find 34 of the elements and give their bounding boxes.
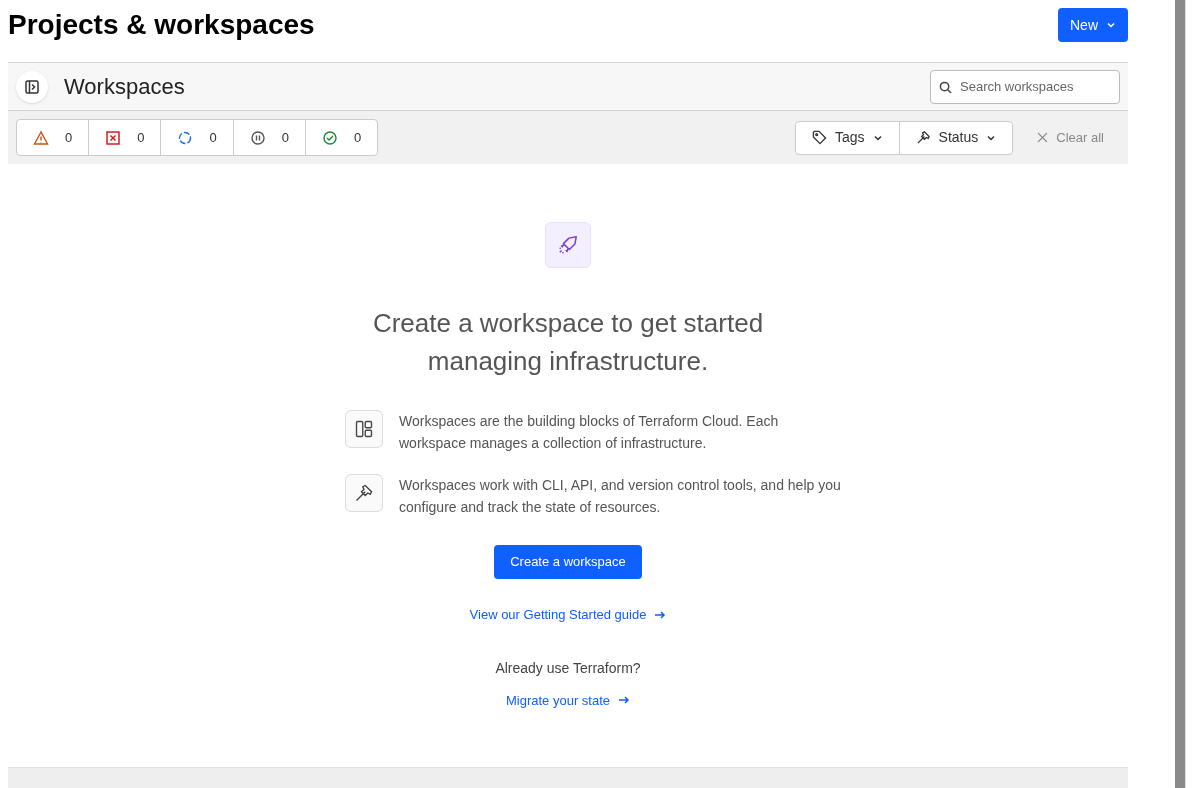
status-filter-button[interactable]: 0 [88, 120, 161, 155]
filter-dropdown[interactable]: Tags [796, 121, 899, 154]
hammer-icon [915, 130, 931, 145]
status-filter-button[interactable]: 0 [232, 120, 305, 155]
warning-icon [33, 129, 49, 146]
page-title: Projects & workspaces [8, 8, 315, 42]
error-icon [105, 129, 122, 146]
status-filter-button[interactable]: 0 [160, 120, 233, 155]
feature-description: Workspaces are the building blocks of Terraform Cloud. Each workspace manages a collection of infrastructure. [399, 412, 780, 453]
tag-icon [812, 130, 828, 145]
status-filter-button[interactable]: 0 [304, 120, 378, 155]
arrow-right-icon [654, 608, 667, 621]
check-circle-icon [321, 129, 338, 146]
filter-dropdown[interactable]: Status [898, 121, 1013, 154]
migrate-link[interactable]: Migrate your state [505, 690, 630, 710]
status-filter-button[interactable]: 0 [17, 120, 89, 155]
loading-ring-icon [177, 129, 194, 146]
close-icon [1037, 132, 1049, 143]
search-field[interactable]: Search workspaces [930, 69, 1120, 104]
empty-state-heading: Create a workspace to get started managing infrastructure. [372, 307, 764, 378]
section-title: Workspaces [64, 73, 185, 101]
sidebar-toggle-icon[interactable] [16, 70, 48, 103]
getting-started-link[interactable]: View our Getting Started guide [469, 605, 667, 625]
new-button[interactable]: New [1058, 8, 1128, 42]
feature-description: Workspaces work with CLI, API, and version control tools, and help you configure and track the state of resources. [399, 476, 842, 517]
already-text: Already use Terraform? [495, 658, 641, 678]
chevron-down-icon [1106, 20, 1116, 30]
hammer-icon [345, 474, 383, 512]
rocket-icon [545, 222, 591, 268]
create-workspace-button[interactable]: Create a workspace [494, 545, 642, 579]
pause-icon [249, 129, 266, 146]
search-icon [939, 80, 952, 94]
layout-blocks-icon [345, 410, 383, 448]
scrollbar[interactable] [1175, 0, 1185, 788]
